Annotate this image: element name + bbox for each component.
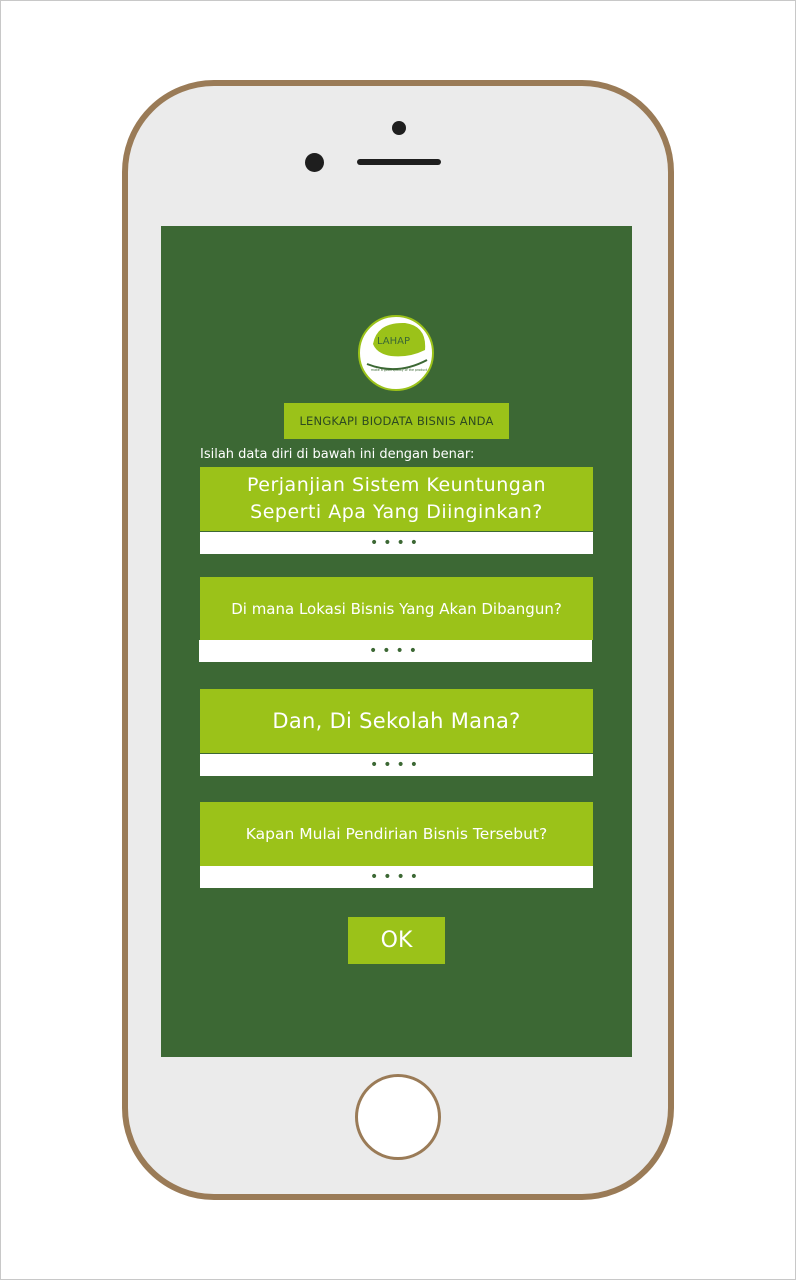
logo-tagline: make a good quality of the product [371, 368, 428, 372]
question-business-location: Di mana Lokasi Bisnis Yang Akan Dibangun… [200, 577, 593, 640]
speaker-icon [357, 159, 441, 165]
question-school: Dan, Di Sekolah Mana? [200, 689, 593, 753]
answer-field-business-location[interactable]: •••• [199, 640, 592, 662]
question-start-date: Kapan Mulai Pendirian Bisnis Tersebut? [200, 802, 593, 866]
answer-field-profit-agreement[interactable]: •••• [200, 532, 593, 554]
form-instruction: Isilah data diri di bawah ini dengan ben… [200, 447, 475, 462]
ok-button[interactable]: OK [348, 917, 445, 964]
question-line: Kapan Mulai Pendirian Bisnis Tersebut? [245, 825, 548, 843]
camera-icon [392, 121, 406, 135]
page-title: LENGKAPI BIODATA BISNIS ANDA [284, 403, 509, 439]
answer-field-school[interactable]: •••• [200, 754, 593, 776]
question-profit-agreement: Perjanjian Sistem Keuntungan Seperti Apa… [200, 467, 593, 531]
question-line: Seperti Apa Yang Diinginkan? [250, 501, 543, 523]
question-line: Perjanjian Sistem Keuntungan [246, 474, 547, 496]
lahap-logo: LAHAP make a good quality of the product [358, 315, 434, 391]
question-line: Di mana Lokasi Bisnis Yang Akan Dibangun… [231, 599, 562, 618]
question-line: Dan, Di Sekolah Mana? [272, 709, 521, 733]
home-button[interactable] [355, 1074, 441, 1160]
logo-brand: LAHAP [377, 336, 410, 347]
answer-field-start-date[interactable]: •••• [200, 866, 593, 888]
sensor-icon [305, 153, 324, 172]
